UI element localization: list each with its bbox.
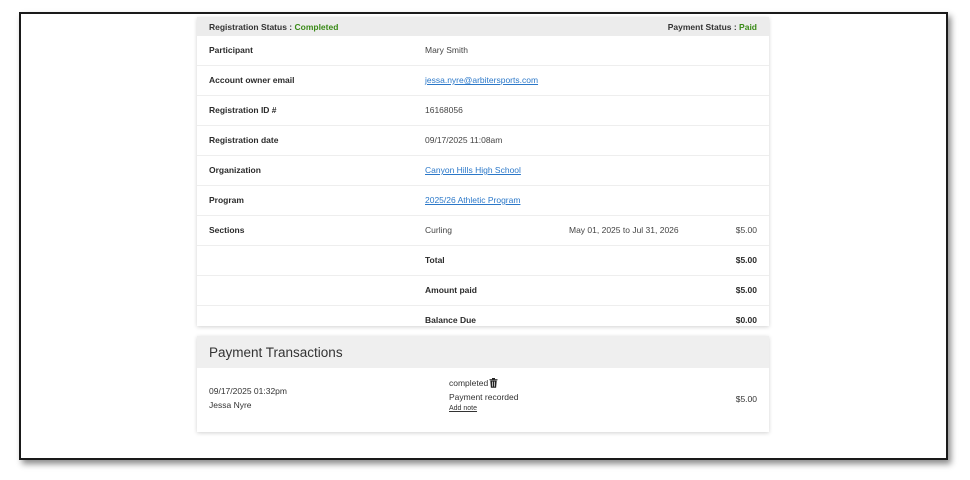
registration-id-value: 16168056 [425,105,463,115]
sections-row: Sections Curling May 01, 2025 to Jul 31,… [197,216,769,246]
total-row: Total $5.00 [197,246,769,276]
payment-transactions-card: Payment Transactions 09/17/2025 01:32pm … [197,336,769,432]
balance-due-amount: $0.00 [735,315,757,325]
organization-row: Organization Canyon Hills High School [197,156,769,186]
organization-link[interactable]: Canyon Hills High School [425,156,521,185]
amount-paid-row: Amount paid $5.00 [197,276,769,306]
section-dates: May 01, 2025 to Jul 31, 2026 [569,225,679,235]
transaction-amount: $5.00 [735,394,757,404]
payment-transactions-title: Payment Transactions [197,336,769,368]
total-amount: $5.00 [735,255,757,265]
balance-due-row: Balance Due $0.00 [197,306,769,335]
payment-status-value: Paid [739,21,757,32]
email-label: Account owner email [209,75,295,85]
transaction-status: completed [449,378,498,388]
trash-icon[interactable] [489,378,498,388]
email-row: Account owner email jessa.nyre@arbitersp… [197,66,769,96]
registration-status-value: Completed [294,21,339,32]
transaction-status-text: completed [449,378,489,388]
payment-status: Payment Status : Paid [668,22,757,32]
participant-value: Mary Smith [425,45,468,55]
add-note-link[interactable]: Add note [449,405,477,412]
participant-row: Participant Mary Smith [197,36,769,66]
program-label: Program [209,195,244,205]
balance-due-label: Balance Due [425,315,477,325]
amount-paid-amount: $5.00 [735,285,757,295]
registration-id-label: Registration ID # [209,105,277,115]
organization-label: Organization [209,165,261,175]
transaction-user: Jessa Nyre [209,400,252,410]
program-link[interactable]: 2025/26 Athletic Program [425,186,520,215]
amount-paid-label: Amount paid [425,285,477,295]
total-label: Total [425,255,445,265]
transaction-date: 09/17/2025 01:32pm [209,386,287,396]
registration-date-value: 09/17/2025 11:08am [425,135,503,145]
registration-date-row: Registration date 09/17/2025 11:08am [197,126,769,156]
transaction-row: 09/17/2025 01:32pm Jessa Nyre completed … [197,368,769,432]
section-name: Curling [425,225,452,235]
transaction-description: Payment recorded [449,392,519,402]
email-link[interactable]: jessa.nyre@arbitersports.com [425,66,538,95]
participant-label: Participant [209,45,253,55]
sections-label: Sections [209,225,245,235]
registration-date-label: Registration date [209,135,279,145]
registration-status: Registration Status : Completed [209,22,338,32]
registration-id-row: Registration ID # 16168056 [197,96,769,126]
section-amount: $5.00 [735,225,757,235]
status-bar: Registration Status : Completed Payment … [197,17,769,36]
program-row: Program 2025/26 Athletic Program [197,186,769,216]
registration-details-card: Registration Status : Completed Payment … [197,17,769,326]
registration-status-label: Registration Status : [209,21,295,32]
payment-status-label: Payment Status : [667,21,740,32]
